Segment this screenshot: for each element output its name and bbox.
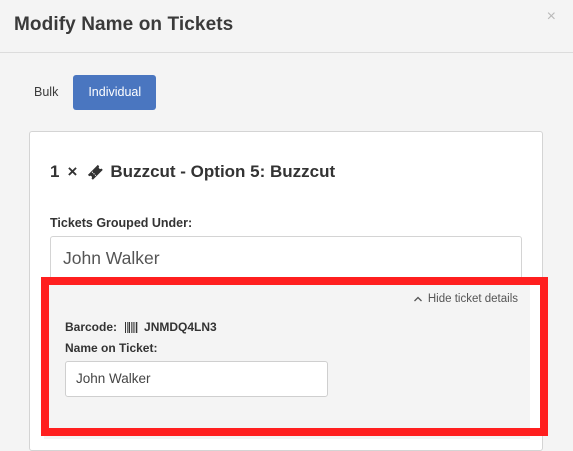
times-symbol: × <box>67 162 78 181</box>
ticket-details-panel: Hide ticket details Barcode: JNMDQ4LN3 N… <box>44 279 530 439</box>
barcode-value: JNMDQ4LN3 <box>144 320 217 334</box>
item-name: Buzzcut - Option 5: Buzzcut <box>110 162 336 181</box>
ticket-card: 1 × Buzzcut - Option 5: Buzzcut Tickets … <box>29 131 543 451</box>
item-title: 1 × Buzzcut - Option 5: Buzzcut <box>50 162 335 182</box>
close-icon[interactable]: × <box>547 9 556 25</box>
mode-tabs: Bulk Individual <box>22 75 157 110</box>
ticket-icon <box>86 163 104 181</box>
modal-title: Modify Name on Tickets <box>14 14 234 35</box>
tab-individual[interactable]: Individual <box>73 75 157 110</box>
chevron-up-icon <box>413 294 423 304</box>
grouped-under-input[interactable]: John Walker <box>50 236 522 280</box>
modify-name-modal: Modify Name on Tickets × Bulk Individual… <box>0 0 573 451</box>
grouped-under-label: Tickets Grouped Under: <box>50 216 193 230</box>
name-on-ticket-input[interactable]: John Walker <box>65 361 328 397</box>
barcode-row: Barcode: JNMDQ4LN3 <box>65 320 217 334</box>
hide-details-toggle[interactable]: Hide ticket details <box>413 293 518 305</box>
barcode-icon <box>125 321 138 333</box>
item-quantity: 1 <box>50 162 60 181</box>
hide-details-label: Hide ticket details <box>427 293 518 305</box>
modal-header: Modify Name on Tickets × <box>0 0 573 53</box>
barcode-label: Barcode: <box>65 320 118 334</box>
tab-bulk[interactable]: Bulk <box>22 75 70 110</box>
name-on-ticket-label: Name on Ticket: <box>65 341 158 355</box>
